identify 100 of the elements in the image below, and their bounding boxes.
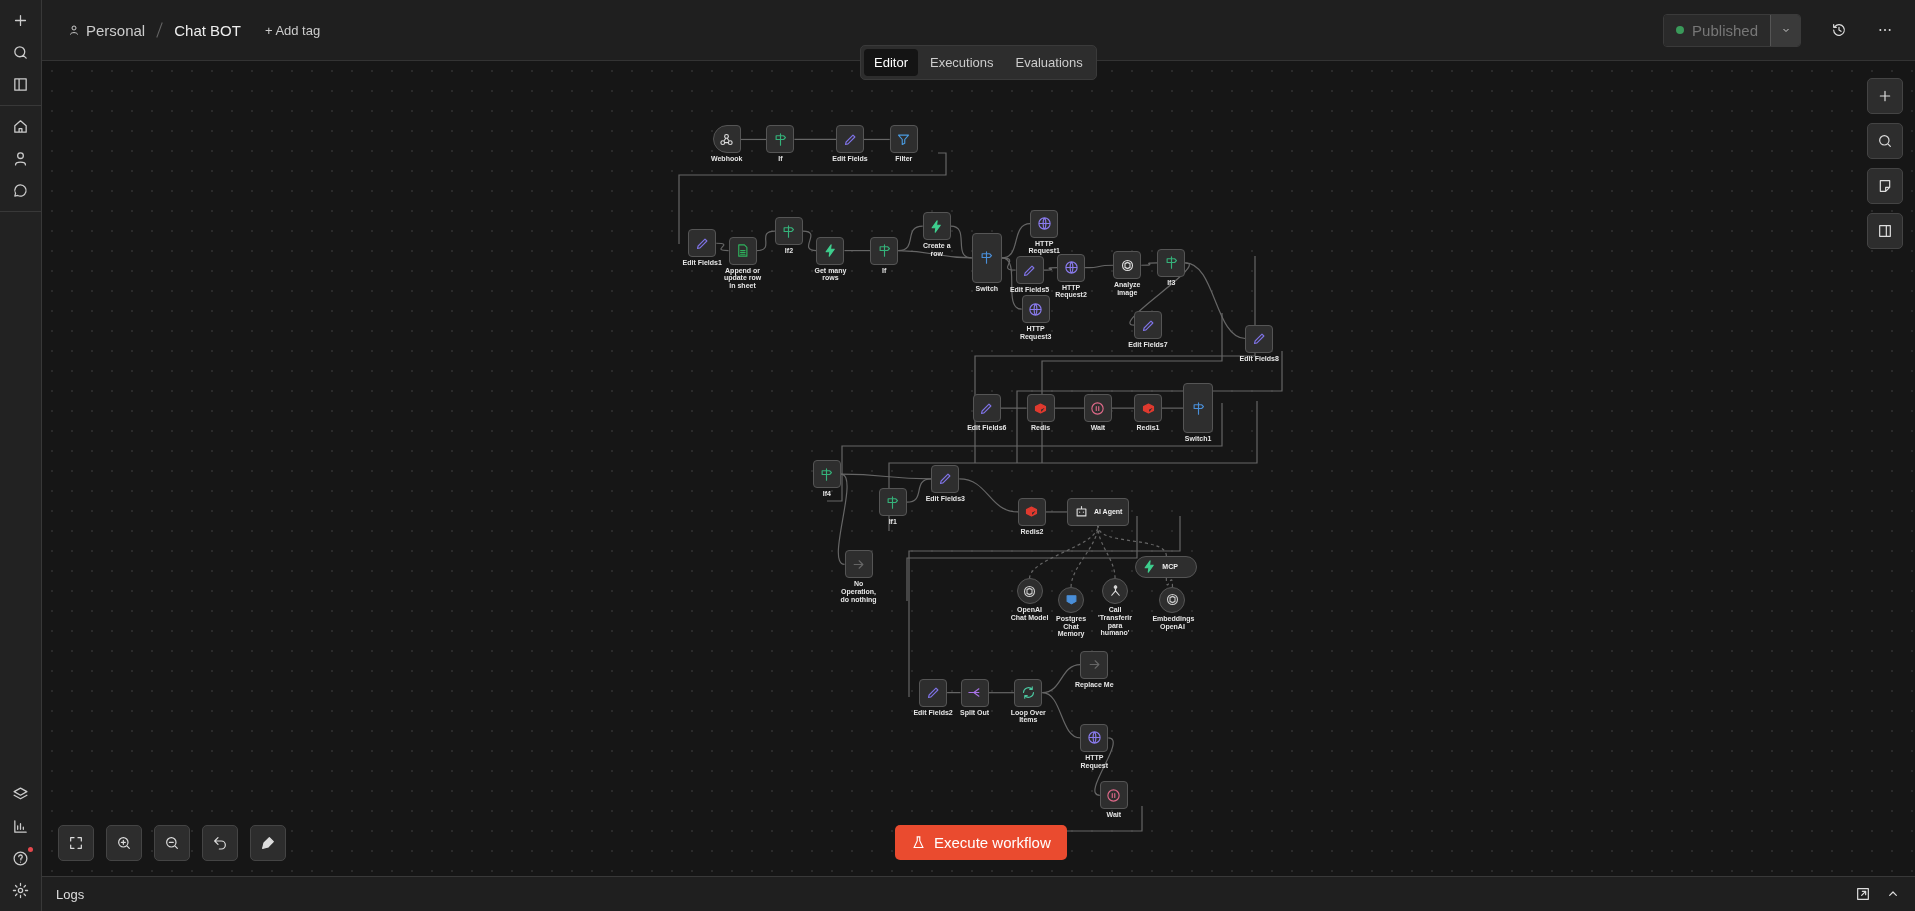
workflow-node[interactable] bbox=[931, 464, 960, 493]
panel-icon bbox=[1877, 223, 1893, 239]
signpost-icon bbox=[772, 131, 788, 147]
pop-out-icon[interactable] bbox=[1855, 886, 1871, 902]
search-icon[interactable] bbox=[12, 44, 29, 61]
workflow-node[interactable] bbox=[1080, 723, 1109, 752]
workflow-node[interactable] bbox=[878, 488, 907, 517]
chat-icon[interactable] bbox=[12, 182, 29, 199]
workflow-node[interactable] bbox=[1058, 586, 1085, 613]
workflow-node[interactable] bbox=[1016, 578, 1043, 605]
workflow-node[interactable] bbox=[889, 125, 918, 154]
signpost-icon bbox=[819, 466, 835, 482]
signpost-icon bbox=[781, 223, 797, 239]
settings-icon[interactable] bbox=[12, 882, 29, 899]
loop-icon bbox=[1020, 685, 1036, 701]
workflow-node[interactable] bbox=[1183, 383, 1214, 434]
note-icon bbox=[1877, 178, 1893, 194]
search-button[interactable] bbox=[1867, 123, 1903, 159]
connector-line bbox=[793, 138, 837, 141]
workflow-node[interactable] bbox=[971, 232, 1002, 283]
undo-button[interactable] bbox=[202, 825, 238, 861]
funnel-icon bbox=[896, 131, 912, 147]
sticky-note-button[interactable] bbox=[1867, 168, 1903, 204]
workflow-node[interactable] bbox=[766, 125, 795, 154]
panel-toggle-button[interactable] bbox=[1867, 213, 1903, 249]
workflow-node[interactable] bbox=[1113, 251, 1142, 280]
workflow-node[interactable] bbox=[1159, 586, 1186, 613]
add-tag-link[interactable]: + Add tag bbox=[264, 22, 321, 38]
workflow-node[interactable] bbox=[972, 394, 1001, 423]
cube-icon bbox=[1033, 400, 1049, 416]
zoom-in-icon bbox=[116, 835, 132, 851]
zoom-to-fit-button[interactable] bbox=[58, 825, 94, 861]
workflow-node[interactable] bbox=[1021, 295, 1050, 324]
cube-icon bbox=[1140, 400, 1156, 416]
add-node-button[interactable] bbox=[1867, 78, 1903, 114]
workflow-node[interactable] bbox=[1015, 256, 1044, 285]
workflow-node[interactable] bbox=[1099, 781, 1128, 810]
sidebar-toggle-icon[interactable] bbox=[12, 76, 29, 93]
workflow-node[interactable] bbox=[812, 460, 841, 489]
pause-icon bbox=[1090, 400, 1106, 416]
connector-line bbox=[863, 138, 891, 141]
workflow-name[interactable]: Chat BOT bbox=[174, 21, 241, 39]
undo-icon bbox=[212, 835, 228, 851]
project-link[interactable]: Personal bbox=[86, 21, 146, 39]
globe-icon bbox=[1028, 301, 1044, 317]
help-icon[interactable] bbox=[12, 850, 29, 867]
plus-icon bbox=[1877, 88, 1893, 104]
workflow-node[interactable] bbox=[922, 212, 951, 241]
plus-icon[interactable] bbox=[12, 12, 29, 29]
zoom-in-button[interactable] bbox=[106, 825, 142, 861]
home-icon[interactable] bbox=[12, 118, 29, 135]
pause-icon bbox=[1106, 787, 1122, 803]
tidy-up-button[interactable] bbox=[250, 825, 286, 861]
pencil-icon bbox=[1251, 331, 1267, 346]
spreadsheet-icon bbox=[735, 243, 751, 259]
workflow-node[interactable] bbox=[1083, 394, 1112, 423]
robot-icon bbox=[1073, 504, 1089, 520]
workflow-node[interactable] bbox=[774, 217, 803, 246]
workflow-node[interactable] bbox=[1080, 650, 1109, 679]
workflow-node[interactable] bbox=[836, 125, 864, 154]
workflow-node[interactable] bbox=[728, 236, 757, 265]
view-tab[interactable]: Executions bbox=[919, 49, 1004, 76]
globe-icon bbox=[1086, 730, 1102, 746]
workflow-node[interactable] bbox=[1157, 248, 1186, 277]
pencil-icon bbox=[937, 471, 953, 487]
flask-icon bbox=[911, 835, 926, 850]
view-tab[interactable]: Evaluations bbox=[1005, 49, 1093, 76]
zoom-out-icon bbox=[164, 835, 180, 851]
globe-icon bbox=[1036, 216, 1052, 232]
history-icon[interactable] bbox=[1831, 22, 1847, 38]
workflow-node[interactable] bbox=[1018, 497, 1046, 526]
signpost-icon bbox=[885, 494, 901, 510]
workflow-node[interactable] bbox=[960, 678, 989, 707]
workflow-node[interactable] bbox=[1014, 678, 1043, 707]
signpost-icon bbox=[1163, 255, 1179, 271]
workflow-node[interactable] bbox=[844, 550, 873, 579]
connector-line bbox=[843, 250, 871, 252]
person-icon[interactable] bbox=[12, 150, 29, 167]
workflow-node[interactable] bbox=[1026, 394, 1055, 423]
zoom-out-button[interactable] bbox=[154, 825, 190, 861]
workflow-node[interactable] bbox=[1102, 578, 1129, 605]
signpost-icon bbox=[1190, 400, 1206, 416]
execute-workflow-button[interactable]: Execute workflow bbox=[895, 825, 1067, 860]
workflow-node[interactable] bbox=[919, 678, 948, 707]
bar-chart-icon[interactable] bbox=[12, 818, 29, 835]
workflow-node[interactable] bbox=[1134, 394, 1162, 423]
workflow-node[interactable] bbox=[870, 236, 899, 265]
workflow-node[interactable] bbox=[688, 229, 717, 258]
webhook-icon bbox=[719, 131, 735, 147]
logs-label[interactable]: Logs bbox=[56, 886, 85, 902]
workflow-node[interactable] bbox=[1030, 209, 1059, 238]
search-icon bbox=[1877, 133, 1893, 149]
workflow-node[interactable] bbox=[1057, 253, 1086, 282]
workflow-node[interactable] bbox=[1134, 311, 1162, 340]
signpost-icon bbox=[979, 250, 995, 266]
workflow-node[interactable] bbox=[816, 236, 845, 265]
workflow-node[interactable] bbox=[1245, 324, 1274, 353]
pencil-icon bbox=[925, 685, 941, 701]
workflow-node[interactable] bbox=[712, 125, 741, 154]
view-tab[interactable]: Editor bbox=[864, 49, 918, 76]
